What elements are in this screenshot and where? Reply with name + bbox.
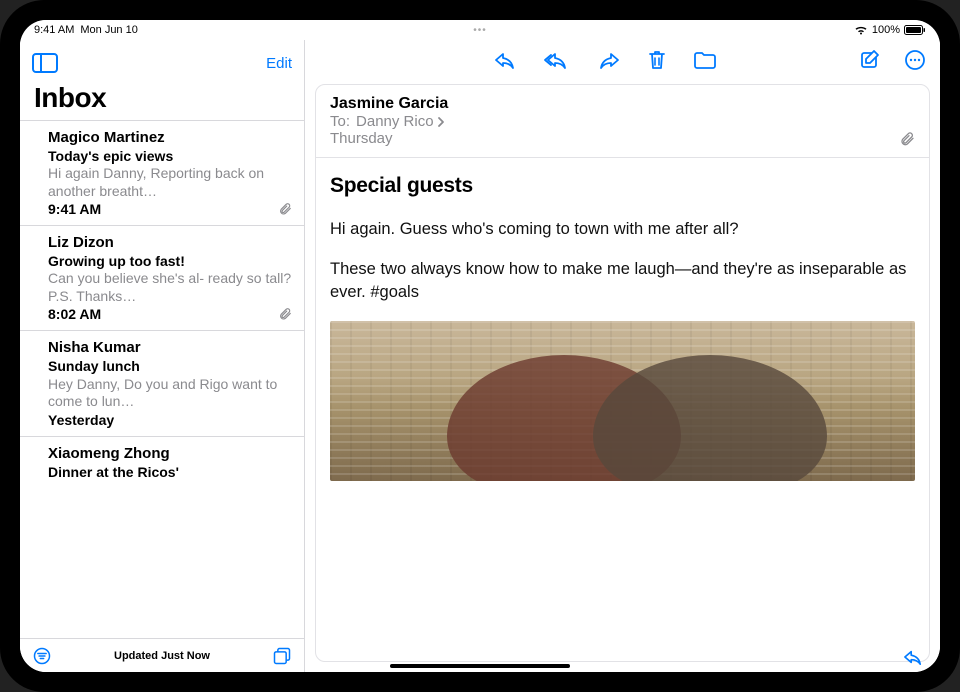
message-header[interactable]: Jasmine Garcia To: Danny Rico Thursday bbox=[316, 85, 929, 158]
battery-percentage: 100% bbox=[872, 24, 900, 36]
battery-icon bbox=[904, 25, 926, 35]
status-time: 9:41 AM bbox=[34, 24, 74, 36]
message-time: Yesterday bbox=[48, 412, 114, 428]
message-time: 9:41 AM bbox=[48, 201, 101, 217]
multitask-dots-icon[interactable]: ••• bbox=[473, 25, 487, 36]
to-label: To: bbox=[330, 113, 350, 130]
move-folder-button[interactable] bbox=[693, 49, 717, 71]
message-subject: Special guests bbox=[330, 174, 915, 198]
attachment-icon bbox=[899, 131, 915, 147]
message-subject: Dinner at the Ricos' bbox=[48, 463, 292, 481]
quick-reply-button[interactable] bbox=[902, 648, 924, 666]
chevron-right-icon bbox=[436, 116, 446, 128]
message-sender: Nisha Kumar bbox=[48, 339, 292, 357]
message-preview: Hey Danny, Do you and Rigo want to come … bbox=[48, 376, 292, 411]
message-preview: Hi again Danny, Reporting back on anothe… bbox=[48, 165, 292, 200]
edit-button[interactable]: Edit bbox=[266, 55, 292, 72]
filter-button[interactable] bbox=[32, 646, 52, 666]
sidebar-header: Edit Inbox bbox=[20, 40, 304, 120]
reader-toolbar bbox=[305, 40, 940, 80]
to-name: Danny Rico bbox=[356, 113, 434, 130]
status-right: 100% bbox=[854, 24, 926, 36]
message-item[interactable]: Liz Dizon Growing up too fast! Can you b… bbox=[20, 226, 304, 331]
message-sender: Xiaomeng Zhong bbox=[48, 445, 292, 463]
message-item[interactable]: Magico Martinez Today's epic views Hi ag… bbox=[20, 121, 304, 226]
trash-button[interactable] bbox=[647, 49, 667, 71]
sidebar-title: Inbox bbox=[32, 80, 292, 120]
message-item[interactable]: Nisha Kumar Sunday lunch Hey Danny, Do y… bbox=[20, 331, 304, 436]
message-card: Jasmine Garcia To: Danny Rico Thursday bbox=[315, 84, 930, 662]
message-subject: Today's epic views bbox=[48, 147, 292, 165]
from-name: Jasmine Garcia bbox=[330, 95, 915, 113]
attachment-icon bbox=[278, 202, 292, 216]
wifi-icon bbox=[854, 25, 868, 35]
more-button[interactable] bbox=[904, 49, 926, 71]
message-list[interactable]: Magico Martinez Today's epic views Hi ag… bbox=[20, 120, 304, 638]
compose-button[interactable] bbox=[860, 49, 882, 71]
status-left: 9:41 AM Mon Jun 10 bbox=[34, 24, 138, 36]
reader-pane: Jasmine Garcia To: Danny Rico Thursday bbox=[305, 40, 940, 672]
message-paragraph: Hi again. Guess who's coming to town wit… bbox=[330, 218, 915, 240]
message-paragraph: These two always know how to make me lau… bbox=[330, 258, 915, 303]
attached-image[interactable] bbox=[330, 321, 915, 481]
sync-status-label: Updated Just Now bbox=[114, 650, 210, 662]
message-date: Thursday bbox=[330, 130, 915, 147]
sidebar-toggle-button[interactable] bbox=[32, 53, 58, 73]
forward-button[interactable] bbox=[597, 49, 621, 71]
attachment-icon bbox=[278, 307, 292, 321]
sidebar-footer: Updated Just Now bbox=[20, 638, 304, 672]
to-line[interactable]: To: Danny Rico bbox=[330, 113, 915, 130]
reply-button[interactable] bbox=[493, 49, 517, 71]
ipad-device-frame: 9:41 AM Mon Jun 10 ••• 100% bbox=[0, 0, 960, 692]
main-split: Edit Inbox Magico Martinez Today's epic … bbox=[20, 40, 940, 672]
sidebar-toolbar: Edit bbox=[32, 46, 292, 80]
home-indicator[interactable] bbox=[390, 664, 570, 668]
status-bar: 9:41 AM Mon Jun 10 ••• 100% bbox=[20, 20, 940, 40]
message-preview: Can you believe she's al- ready so tall?… bbox=[48, 270, 292, 305]
message-sender: Liz Dizon bbox=[48, 234, 292, 252]
message-subject: Sunday lunch bbox=[48, 357, 292, 375]
screen: 9:41 AM Mon Jun 10 ••• 100% bbox=[20, 20, 940, 672]
message-item[interactable]: Xiaomeng Zhong Dinner at the Ricos' bbox=[20, 437, 304, 489]
reply-all-button[interactable] bbox=[543, 49, 571, 71]
message-list-pane: Edit Inbox Magico Martinez Today's epic … bbox=[20, 40, 305, 672]
message-sender: Magico Martinez bbox=[48, 129, 292, 147]
message-subject: Growing up too fast! bbox=[48, 252, 292, 270]
message-time: 8:02 AM bbox=[48, 306, 101, 322]
message-body[interactable]: Special guests Hi again. Guess who's com… bbox=[316, 158, 929, 661]
status-date: Mon Jun 10 bbox=[80, 24, 137, 36]
compose-stack-button[interactable] bbox=[272, 646, 292, 666]
